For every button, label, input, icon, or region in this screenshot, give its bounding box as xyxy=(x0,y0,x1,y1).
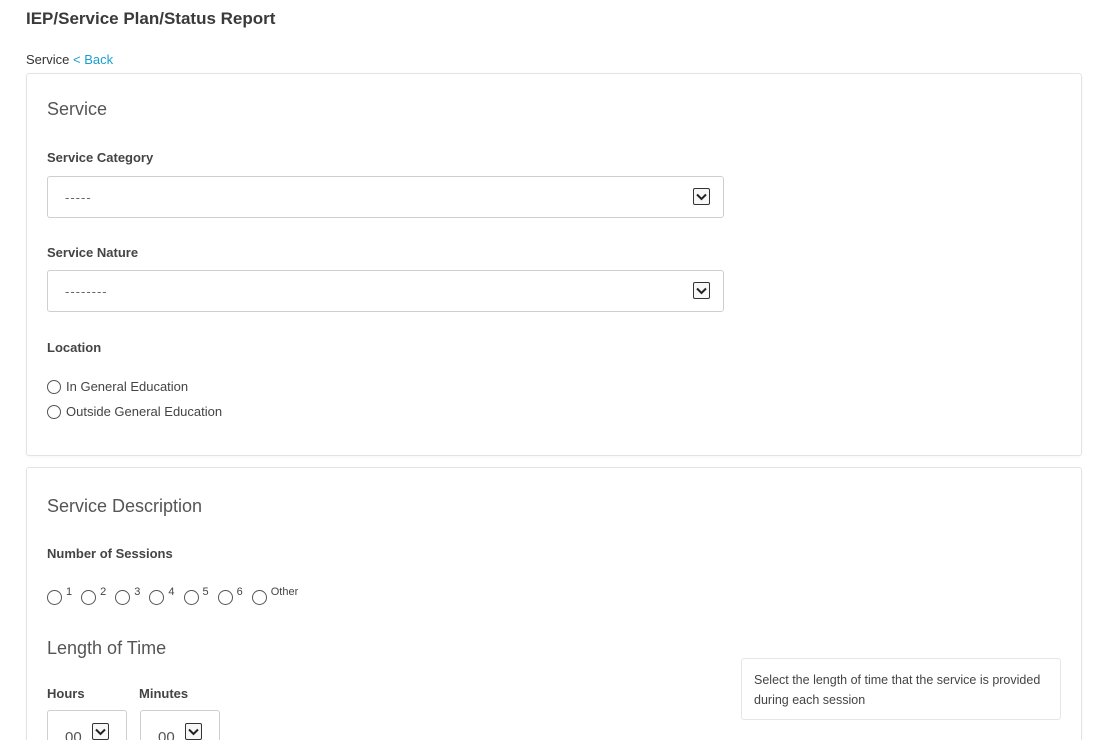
chevron-down-icon xyxy=(693,282,710,299)
back-link[interactable]: < Back xyxy=(73,52,113,67)
sessions-radio-group: 1 2 3 4 5 6 Other xyxy=(47,587,307,605)
radio-circle-icon xyxy=(149,590,165,605)
service-description-card: Service Description Number of Sessions 1… xyxy=(26,467,1082,740)
minutes-select[interactable]: 00 xyxy=(140,710,220,740)
length-of-time-heading: Length of Time xyxy=(47,638,167,658)
service-card: Service Service Category ----- Service N… xyxy=(26,73,1082,456)
session-option-label: 3 xyxy=(134,586,141,598)
session-option-2[interactable]: 2 xyxy=(81,587,106,605)
chevron-down-icon xyxy=(693,188,710,205)
service-nature-value: -------- xyxy=(65,284,108,299)
radio-circle-icon xyxy=(251,590,267,605)
minutes-value: 00 xyxy=(158,729,175,740)
session-option-label: Other xyxy=(270,586,299,598)
session-option-3[interactable]: 3 xyxy=(115,587,140,605)
session-option-label: 6 xyxy=(236,586,243,598)
session-option-6[interactable]: 6 xyxy=(217,586,243,605)
radio-circle-icon xyxy=(217,590,233,605)
service-heading: Service xyxy=(47,99,108,119)
radio-circle-icon xyxy=(47,404,61,419)
chevron-down-icon xyxy=(185,723,202,740)
location-option-label: Outside General Education xyxy=(66,404,223,419)
service-nature-label: Service Nature xyxy=(47,245,139,260)
radio-circle-icon xyxy=(115,590,131,605)
service-category-value: ----- xyxy=(65,190,92,205)
sessions-label: Number of Sessions xyxy=(47,546,173,561)
service-category-label: Service Category xyxy=(47,150,154,165)
session-option-label: 4 xyxy=(168,586,175,598)
minutes-label: Minutes xyxy=(139,686,189,701)
breadcrumb: Service < Back xyxy=(26,52,113,67)
radio-circle-icon xyxy=(47,590,62,605)
breadcrumb-current: Service xyxy=(26,52,70,67)
service-nature-select[interactable]: -------- xyxy=(47,270,724,312)
hours-select[interactable]: 00 xyxy=(47,710,127,740)
location-option-label: In General Education xyxy=(66,379,189,394)
session-option-4[interactable]: 4 xyxy=(149,586,175,605)
session-option-label: 1 xyxy=(66,586,73,598)
session-option-label: 5 xyxy=(202,586,209,598)
service-category-select[interactable]: ----- xyxy=(47,176,724,218)
session-option-other[interactable]: Other xyxy=(251,586,299,605)
session-option-1[interactable]: 1 xyxy=(47,587,72,605)
location-label: Location xyxy=(47,340,102,355)
location-radio-outside-general[interactable]: Outside General Education xyxy=(47,404,222,419)
chevron-down-icon xyxy=(92,723,109,740)
page-title: IEP/Service Plan/Status Report xyxy=(26,9,276,28)
radio-circle-icon xyxy=(81,590,97,605)
radio-circle-icon xyxy=(183,590,199,605)
session-option-5[interactable]: 5 xyxy=(183,586,209,605)
hours-label: Hours xyxy=(47,686,85,701)
length-of-time-help-text: Select the length of time that the servi… xyxy=(741,658,1061,720)
hours-value: 00 xyxy=(65,729,82,740)
radio-circle-icon xyxy=(47,379,61,394)
session-option-label: 2 xyxy=(100,586,107,598)
service-description-heading: Service Description xyxy=(47,496,203,516)
location-radio-in-general[interactable]: In General Education xyxy=(47,379,188,394)
